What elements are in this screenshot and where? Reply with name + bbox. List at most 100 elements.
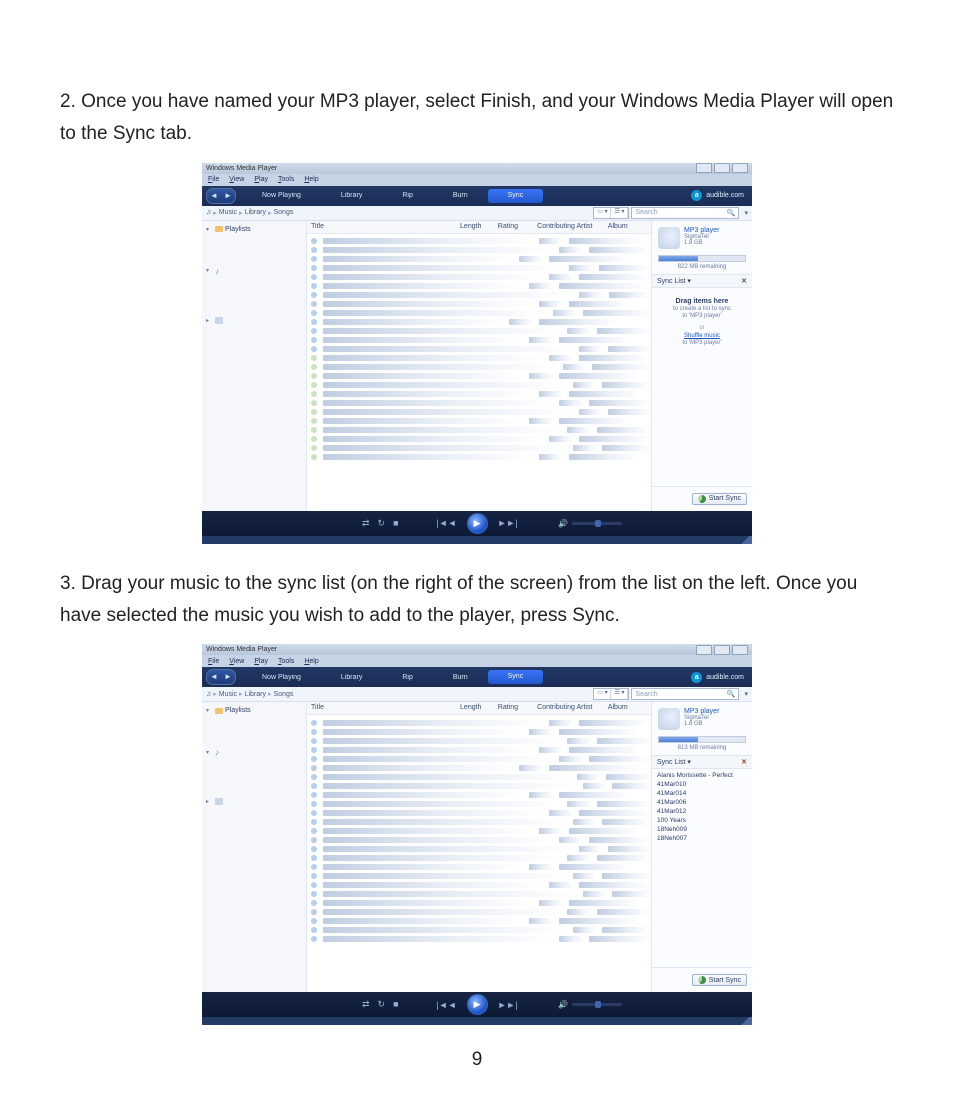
col-contrib[interactable]: Contributing Artist <box>533 221 604 233</box>
tab-burn[interactable]: Burn <box>433 674 488 681</box>
close-button[interactable] <box>732 163 748 173</box>
crumb-songs[interactable]: Songs <box>273 691 293 698</box>
previous-button[interactable]: |◄◄ <box>436 518 456 528</box>
tree-playlists[interactable]: Playlists <box>225 707 251 714</box>
shuffle-icon[interactable]: ⇄ <box>362 518 370 529</box>
col-rating[interactable]: Rating <box>494 221 533 233</box>
start-sync-button[interactable]: Start Sync <box>692 493 747 505</box>
tab-rip[interactable]: Rip <box>382 192 433 199</box>
tab-sync[interactable]: Sync <box>488 670 544 684</box>
options-dropdown-icon[interactable]: ▾ <box>744 690 748 698</box>
menu-help[interactable]: Help <box>304 658 318 665</box>
device-size: 1.8 GB <box>684 240 719 246</box>
col-rating[interactable]: Rating <box>494 702 533 714</box>
window-titlebar[interactable]: Windows Media Player <box>202 163 752 174</box>
menu-file[interactable]: File <box>208 176 219 183</box>
list-item[interactable]: 41Mar012 <box>657 807 747 816</box>
list-item[interactable]: 41Mar010 <box>657 780 747 789</box>
synclist-drop-zone[interactable]: Drag items here to create a list to sync… <box>652 288 752 486</box>
minimize-button[interactable] <box>696 645 712 655</box>
tab-rip[interactable]: Rip <box>382 674 433 681</box>
list-item[interactable]: 41Mar014 <box>657 789 747 798</box>
col-album[interactable]: Album <box>604 221 651 233</box>
shuffle-music-link[interactable]: Shuffle music <box>658 333 746 339</box>
list-item[interactable]: Alanis Morissette - Perfect <box>657 771 747 780</box>
synclist-header[interactable]: Sync List ▾ <box>657 758 691 766</box>
volume-slider[interactable] <box>572 522 622 525</box>
window-titlebar[interactable]: Windows Media Player <box>202 644 752 655</box>
crumb-music[interactable]: Music <box>219 209 237 216</box>
synclist-header[interactable]: Sync List ▾ <box>657 277 691 285</box>
resize-grip[interactable] <box>742 1017 752 1025</box>
menu-file[interactable]: File <box>208 658 219 665</box>
menu-view[interactable]: View <box>229 176 244 183</box>
view-toggle[interactable]: ▭ ▾☰ ▾ <box>593 688 629 700</box>
crumb-songs[interactable]: Songs <box>273 209 293 216</box>
list-item[interactable]: 100 Years <box>657 816 747 825</box>
repeat-icon[interactable]: ↻ <box>378 999 386 1010</box>
minimize-button[interactable] <box>696 163 712 173</box>
list-item[interactable]: 41Mar006 <box>657 798 747 807</box>
audible-icon: a <box>691 190 702 201</box>
list-item[interactable]: 18Neh009 <box>657 825 747 834</box>
col-album[interactable]: Album <box>604 702 651 714</box>
crumb-music[interactable]: Music <box>219 691 237 698</box>
menu-tools[interactable]: Tools <box>278 658 294 665</box>
tab-library[interactable]: Library <box>321 674 382 681</box>
stop-icon[interactable]: ■ <box>393 518 398 529</box>
options-dropdown-icon[interactable]: ▾ <box>744 209 748 217</box>
next-button[interactable]: ►►| <box>498 518 518 528</box>
device-name[interactable]: MP3 player <box>684 227 719 234</box>
tab-now-playing[interactable]: Now Playing <box>242 674 321 681</box>
maximize-button[interactable] <box>714 645 730 655</box>
play-button[interactable]: ▶ <box>467 994 488 1015</box>
stop-icon[interactable]: ■ <box>393 999 398 1010</box>
col-title[interactable]: Title <box>307 702 456 714</box>
crumb-library[interactable]: Library <box>245 209 266 216</box>
nav-back-forward[interactable]: ◄► <box>206 669 236 685</box>
repeat-icon[interactable]: ↻ <box>378 518 386 529</box>
search-input[interactable]: Search 🔍 <box>631 207 739 219</box>
library-tree[interactable]: ▾Playlists ▾♪ ▸ <box>202 221 307 511</box>
volume-slider[interactable] <box>572 1003 622 1006</box>
songs-list[interactable]: Title Length Rating Contributing Artist … <box>307 702 651 992</box>
tab-library[interactable]: Library <box>321 192 382 199</box>
shuffle-icon[interactable]: ⇄ <box>362 999 370 1010</box>
tab-burn[interactable]: Burn <box>433 192 488 199</box>
menu-play[interactable]: Play <box>254 658 268 665</box>
close-button[interactable] <box>732 645 748 655</box>
menu-play[interactable]: Play <box>254 176 268 183</box>
volume-icon[interactable]: 🔊 <box>558 1000 568 1009</box>
tab-audible[interactable]: audible.com <box>706 192 744 199</box>
play-button[interactable]: ▶ <box>467 513 488 534</box>
nav-back-forward[interactable]: ◄► <box>206 188 236 204</box>
clear-list-icon[interactable]: ✕ <box>741 277 747 285</box>
col-length[interactable]: Length <box>456 221 494 233</box>
volume-icon[interactable]: 🔊 <box>558 519 568 528</box>
next-button[interactable]: ►►| <box>498 1000 518 1010</box>
menu-tools[interactable]: Tools <box>278 176 294 183</box>
device-name[interactable]: MP3 player <box>684 708 719 715</box>
list-item[interactable]: 18Neh007 <box>657 834 747 843</box>
tab-audible[interactable]: audible.com <box>706 674 744 681</box>
synclist-items[interactable]: Alanis Morissette - Perfect 41Mar010 41M… <box>652 769 752 967</box>
view-toggle[interactable]: ▭ ▾☰ ▾ <box>593 207 629 219</box>
clear-list-icon[interactable]: ✕ <box>741 758 747 766</box>
col-length[interactable]: Length <box>456 702 494 714</box>
search-input[interactable]: Search 🔍 <box>631 688 739 700</box>
tab-now-playing[interactable]: Now Playing <box>242 192 321 199</box>
start-sync-button[interactable]: Start Sync <box>692 974 747 986</box>
col-title[interactable]: Title <box>307 221 456 233</box>
maximize-button[interactable] <box>714 163 730 173</box>
previous-button[interactable]: |◄◄ <box>436 1000 456 1010</box>
tree-playlists[interactable]: Playlists <box>225 226 251 233</box>
menu-help[interactable]: Help <box>304 176 318 183</box>
menu-view[interactable]: View <box>229 658 244 665</box>
window-controls <box>696 163 748 173</box>
library-tree[interactable]: ▾Playlists ▾♪ ▸ <box>202 702 307 992</box>
crumb-library[interactable]: Library <box>245 691 266 698</box>
tab-sync[interactable]: Sync <box>488 189 544 203</box>
resize-grip[interactable] <box>742 536 752 544</box>
col-contrib[interactable]: Contributing Artist <box>533 702 604 714</box>
songs-list[interactable]: Title Length Rating Contributing Artist … <box>307 221 651 511</box>
